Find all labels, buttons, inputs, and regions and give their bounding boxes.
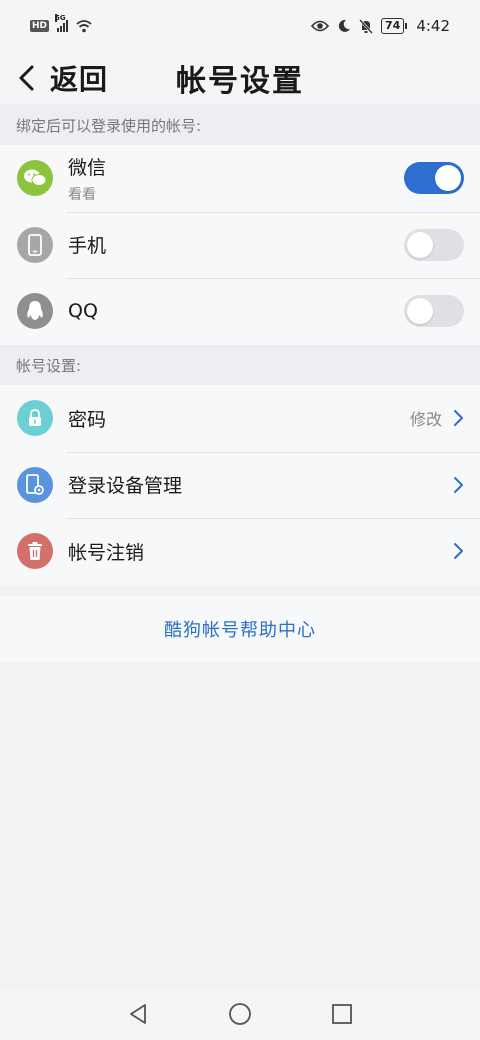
status-right: 74 4:42 [311,17,450,35]
help-card: 酷狗帐号帮助中心 [0,596,480,662]
network-type: 5G [55,14,66,22]
bound-section-header: 绑定后可以登录使用的帐号: [0,105,480,145]
account-deletion-row[interactable]: 帐号注销 [0,518,480,585]
qq-label: QQ [68,300,98,323]
password-right: 修改 [410,406,464,430]
device-settings-icon [17,466,53,503]
toggle-knob [435,165,461,192]
qq-row[interactable]: QQ [0,278,480,345]
mute-bell-icon [359,18,373,34]
system-nav-bar [0,988,480,1040]
wechat-right [404,162,464,195]
eye-comfort-icon [311,20,329,32]
trash-icon [17,533,53,570]
device-management-text: 登录设备管理 [68,471,182,498]
password-modify-label: 修改 [409,410,442,430]
status-left: HD 5G [30,14,92,33]
lock-icon [17,400,53,437]
recents-square-icon[interactable] [326,998,358,1030]
phone-right [404,228,464,261]
status-bar: HD 5G 74 4:42 [0,0,480,52]
toggle-knob [407,231,433,258]
phone-row[interactable]: 手机 [0,211,480,279]
phone-toggle[interactable] [404,228,464,261]
device-management-label: 登录设备管理 [68,475,183,498]
account-deletion-label: 帐号注销 [68,541,145,564]
home-circle-icon[interactable] [224,998,256,1030]
qq-text: QQ [68,300,98,322]
chevron-right-icon [454,410,463,427]
account-settings-card: 密码 修改 登录设备管理 帐号注销 [0,385,480,585]
wechat-toggle[interactable] [404,162,464,195]
password-row[interactable]: 密码 修改 [0,385,480,452]
nav-bar: 返回 帐号设置 [0,52,480,104]
qq-right [404,295,464,328]
back-button[interactable]: 返回 [0,52,108,104]
chevron-right-icon [454,476,463,493]
wechat-icon [17,160,53,197]
account-section-header: 帐号设置: [0,345,480,385]
device-management-row[interactable]: 登录设备管理 [0,451,480,519]
account-deletion-right [452,542,464,560]
toggle-knob [407,298,433,325]
do-not-disturb-moon-icon [338,19,350,32]
qq-icon [17,293,53,330]
help-center-link[interactable]: 酷狗帐号帮助中心 [164,616,316,642]
clock: 4:42 [416,17,450,35]
device-management-right [452,476,464,494]
wifi-icon [76,20,92,33]
phone-label: 手机 [68,235,107,258]
cellular-signal-icon: 5G [55,14,69,32]
hd-badge: HD [30,20,50,32]
wechat-nickname: 看看 [68,186,96,203]
qq-toggle[interactable] [404,295,464,328]
phone-icon [17,226,53,263]
wechat-text: 微信 看看 [68,153,106,204]
password-label: 密码 [68,408,107,431]
phone-text: 手机 [68,231,106,258]
battery-icon: 74 [381,18,408,34]
back-triangle-icon[interactable] [122,998,154,1030]
account-deletion-text: 帐号注销 [68,538,144,565]
password-text: 密码 [68,405,106,432]
chevron-right-icon [454,543,463,560]
chevron-left-icon [19,65,34,91]
wechat-label: 微信 [68,156,107,179]
back-label: 返回 [50,63,109,96]
bound-accounts-card: 微信 看看 手机 QQ [0,145,480,345]
wechat-row[interactable]: 微信 看看 [0,145,480,212]
